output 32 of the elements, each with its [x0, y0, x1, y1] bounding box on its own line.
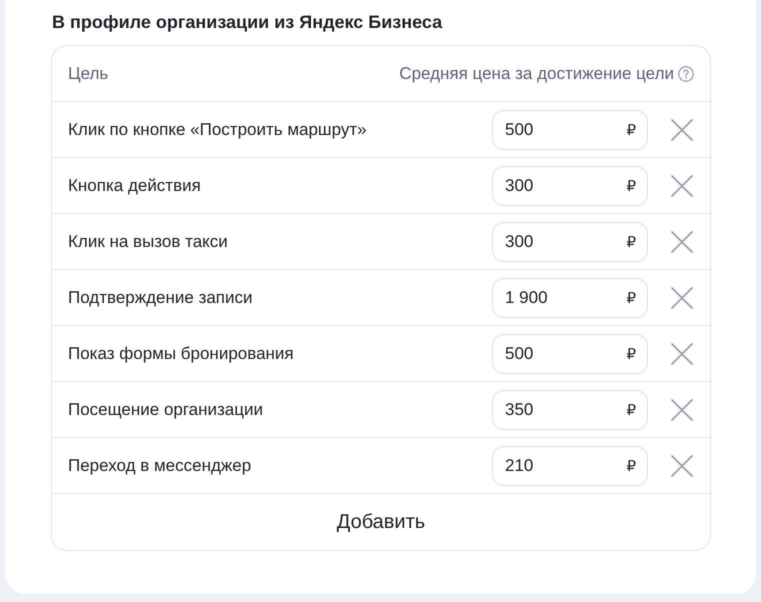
- close-icon: [671, 174, 693, 196]
- goal-name: Клик на вызов такси: [68, 230, 229, 253]
- remove-button[interactable]: [670, 230, 694, 254]
- section-title: В профиле организации из Яндекс Бизнеса: [52, 11, 444, 34]
- goal-name: Переход в мессенджер: [68, 454, 252, 477]
- remove-button[interactable]: [670, 398, 694, 422]
- column-header: Средняя цена за достижение цели: [399, 62, 674, 85]
- close-icon: [671, 398, 693, 420]
- remove-button[interactable]: [670, 286, 694, 310]
- currency-sign: ₽: [626, 288, 636, 308]
- currency-sign: ₽: [626, 456, 636, 476]
- currency-sign: ₽: [626, 176, 636, 196]
- goal-name: Показ формы бронирования: [68, 342, 295, 365]
- currency-sign: ₽: [626, 232, 636, 252]
- close-icon: [671, 454, 693, 476]
- goal-name: Клик по кнопке «Построить маршрут»: [68, 118, 368, 141]
- remove-button[interactable]: [670, 118, 694, 142]
- help-icon[interactable]: [678, 66, 694, 82]
- remove-button[interactable]: [670, 342, 694, 366]
- goal-name: Посещение организации: [68, 398, 264, 421]
- close-icon: [671, 342, 693, 364]
- goal-name: Кнопка действия: [68, 174, 202, 197]
- close-icon: [671, 286, 693, 308]
- currency-sign: ₽: [626, 344, 636, 364]
- currency-sign: ₽: [626, 400, 636, 420]
- close-icon: [671, 230, 693, 252]
- remove-button[interactable]: [670, 174, 694, 198]
- currency-sign: ₽: [626, 120, 636, 140]
- column-header: Цель: [68, 62, 108, 85]
- remove-button[interactable]: [670, 454, 694, 478]
- close-icon: [671, 118, 693, 140]
- goal-name: Подтверждение записи: [68, 286, 254, 309]
